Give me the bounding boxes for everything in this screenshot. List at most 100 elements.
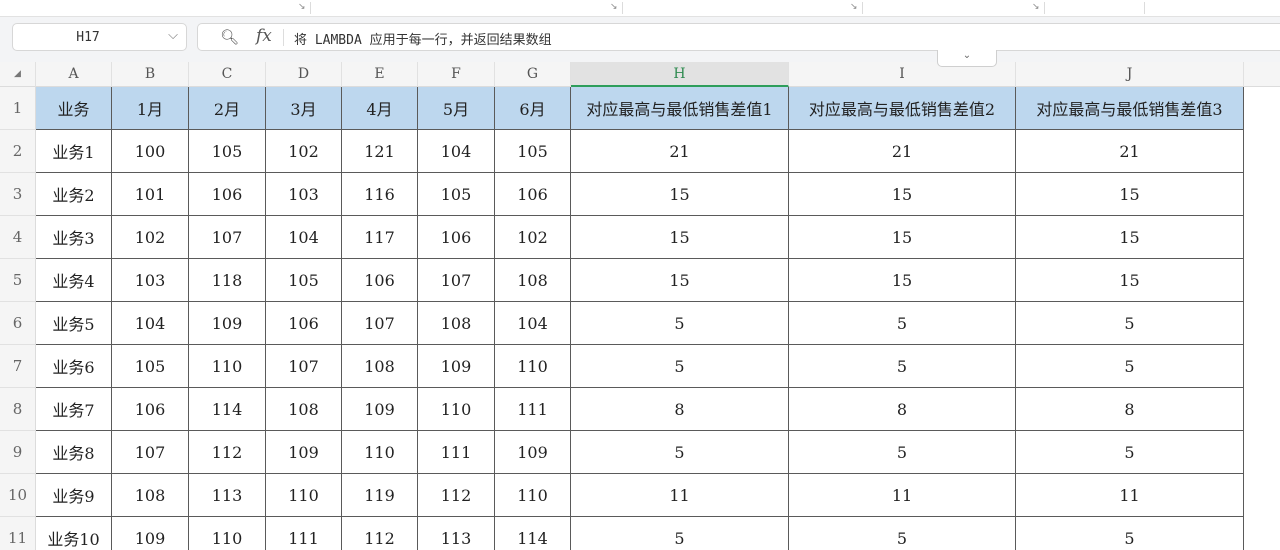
table-cell[interactable]: 102: [495, 216, 571, 259]
dialog-launcher-icon[interactable]: ↘: [610, 2, 618, 12]
table-cell[interactable]: 业务8: [36, 431, 112, 474]
table-cell[interactable]: 108: [418, 302, 495, 345]
table-cell[interactable]: 107: [418, 259, 495, 302]
table-cell[interactable]: 114: [189, 388, 266, 431]
table-cell[interactable]: 116: [342, 173, 418, 216]
row-header[interactable]: 7: [0, 345, 36, 388]
column-header-g[interactable]: G: [495, 62, 571, 87]
table-cell[interactable]: 105: [495, 130, 571, 173]
table-cell[interactable]: 11: [571, 474, 789, 517]
table-cell[interactable]: 109: [266, 431, 342, 474]
row-header[interactable]: 8: [0, 388, 36, 431]
row-header[interactable]: 3: [0, 173, 36, 216]
table-cell[interactable]: 107: [342, 302, 418, 345]
table-cell[interactable]: 21: [1016, 130, 1244, 173]
dialog-launcher-icon[interactable]: ↘: [1032, 2, 1040, 12]
table-cell[interactable]: 108: [342, 345, 418, 388]
table-cell[interactable]: 117: [342, 216, 418, 259]
table-cell[interactable]: 103: [112, 259, 189, 302]
table-cell[interactable]: 101: [112, 173, 189, 216]
table-cell[interactable]: 5: [571, 302, 789, 345]
table-cell[interactable]: 108: [495, 259, 571, 302]
table-cell[interactable]: 15: [571, 173, 789, 216]
table-cell[interactable]: 104: [418, 130, 495, 173]
table-cell[interactable]: 110: [189, 517, 266, 550]
table-cell[interactable]: 108: [112, 474, 189, 517]
table-cell[interactable]: 业务2: [36, 173, 112, 216]
table-cell[interactable]: 105: [266, 259, 342, 302]
table-cell[interactable]: 5: [1016, 431, 1244, 474]
column-header-a[interactable]: A: [36, 62, 112, 87]
collapse-formula-bar-button[interactable]: ⌄: [937, 50, 997, 67]
column-header-f[interactable]: F: [418, 62, 495, 87]
table-cell[interactable]: 119: [342, 474, 418, 517]
table-cell[interactable]: 106: [418, 216, 495, 259]
table-cell[interactable]: 104: [266, 216, 342, 259]
chevron-down-icon[interactable]: ⌵: [168, 28, 178, 43]
table-cell[interactable]: 业务7: [36, 388, 112, 431]
table-cell[interactable]: 110: [495, 345, 571, 388]
table-cell[interactable]: 107: [189, 216, 266, 259]
row-header[interactable]: 5: [0, 259, 36, 302]
table-cell[interactable]: 8: [571, 388, 789, 431]
table-cell[interactable]: 110: [266, 474, 342, 517]
table-cell[interactable]: 15: [789, 216, 1016, 259]
table-cell[interactable]: 118: [189, 259, 266, 302]
table-cell[interactable]: 111: [495, 388, 571, 431]
table-header-cell[interactable]: 3月: [266, 87, 342, 130]
column-header-h[interactable]: H: [571, 62, 789, 87]
table-cell[interactable]: 106: [342, 259, 418, 302]
dialog-launcher-icon[interactable]: ↘: [298, 2, 306, 12]
table-cell[interactable]: 103: [266, 173, 342, 216]
table-header-cell[interactable]: 对应最高与最低销售差值1: [571, 87, 789, 130]
table-cell[interactable]: 11: [789, 474, 1016, 517]
table-cell[interactable]: 111: [418, 431, 495, 474]
table-cell[interactable]: 112: [189, 431, 266, 474]
table-cell[interactable]: 112: [418, 474, 495, 517]
row-header[interactable]: 1: [0, 87, 36, 130]
table-cell[interactable]: 102: [266, 130, 342, 173]
table-cell[interactable]: 5: [571, 345, 789, 388]
table-cell[interactable]: 21: [789, 130, 1016, 173]
table-cell[interactable]: 8: [1016, 388, 1244, 431]
table-cell[interactable]: 15: [571, 216, 789, 259]
table-header-cell[interactable]: 6月: [495, 87, 571, 130]
table-cell[interactable]: 21: [571, 130, 789, 173]
table-cell[interactable]: 业务1: [36, 130, 112, 173]
table-cell[interactable]: 110: [189, 345, 266, 388]
column-header-j[interactable]: J: [1016, 62, 1244, 87]
table-cell[interactable]: 业务9: [36, 474, 112, 517]
table-cell[interactable]: 110: [342, 431, 418, 474]
table-cell[interactable]: 106: [112, 388, 189, 431]
table-cell[interactable]: 15: [789, 259, 1016, 302]
table-cell[interactable]: 121: [342, 130, 418, 173]
column-header-c[interactable]: C: [189, 62, 266, 87]
table-cell[interactable]: 105: [418, 173, 495, 216]
row-header[interactable]: 9: [0, 431, 36, 474]
table-cell[interactable]: 111: [266, 517, 342, 550]
table-cell[interactable]: 113: [418, 517, 495, 550]
table-cell[interactable]: 109: [112, 517, 189, 550]
select-all-corner[interactable]: ◢: [0, 62, 36, 87]
column-header-e[interactable]: E: [342, 62, 418, 87]
row-header[interactable]: 11: [0, 517, 36, 550]
column-header-b[interactable]: B: [112, 62, 189, 87]
table-cell[interactable]: 8: [789, 388, 1016, 431]
table-header-cell[interactable]: 对应最高与最低销售差值3: [1016, 87, 1244, 130]
table-cell[interactable]: 5: [1016, 302, 1244, 345]
spreadsheet-grid[interactable]: ◢ A B C D E F G H I J 1 2 3 4 5 6 7 8 9 10 11 业务 1月 2月 3月 4月 5月 6月 对应…: [0, 62, 1280, 550]
table-cell[interactable]: 5: [789, 517, 1016, 550]
table-cell[interactable]: 106: [189, 173, 266, 216]
table-cell[interactable]: 109: [342, 388, 418, 431]
table-cell[interactable]: 11: [1016, 474, 1244, 517]
table-cell[interactable]: 107: [266, 345, 342, 388]
table-cell[interactable]: 业务6: [36, 345, 112, 388]
table-cell[interactable]: 15: [571, 259, 789, 302]
table-cell[interactable]: 5: [1016, 345, 1244, 388]
table-cell[interactable]: 109: [418, 345, 495, 388]
table-cell[interactable]: 5: [1016, 517, 1244, 550]
table-header-cell[interactable]: 1月: [112, 87, 189, 130]
table-header-cell[interactable]: 5月: [418, 87, 495, 130]
table-cell[interactable]: 102: [112, 216, 189, 259]
table-cell[interactable]: 业务5: [36, 302, 112, 345]
